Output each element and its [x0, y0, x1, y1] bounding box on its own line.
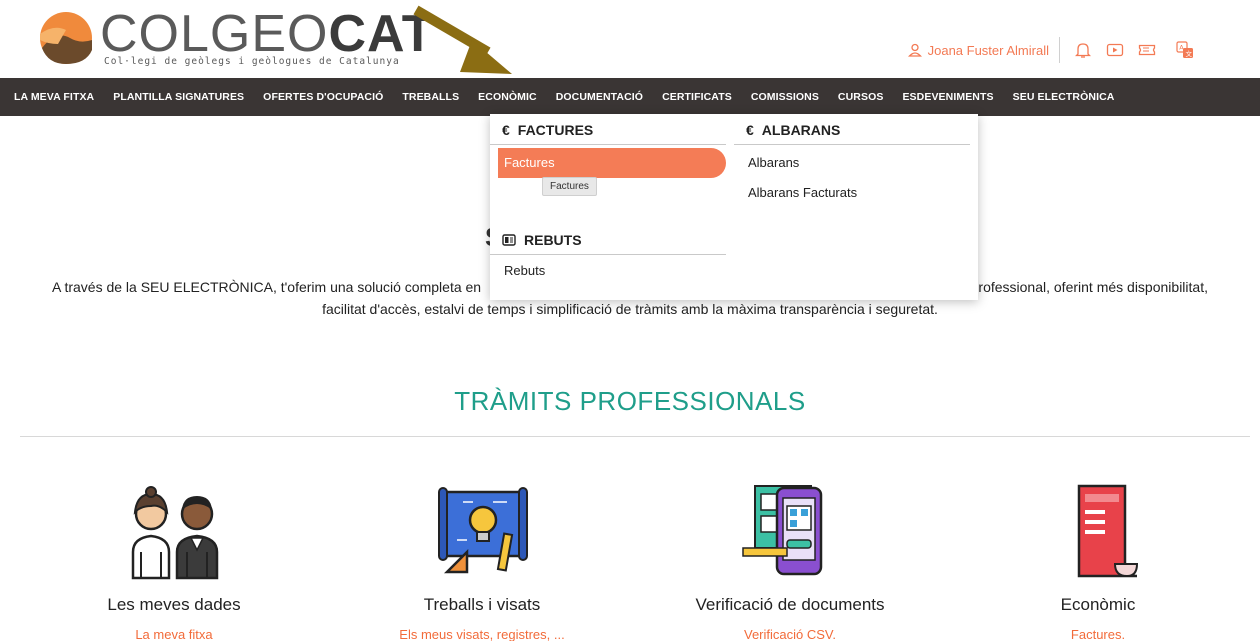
nav-item-cursos[interactable]: CURSOS — [838, 91, 884, 103]
user-menu-link[interactable]: Joana Fuster Almirall — [907, 37, 1060, 63]
blueprint-icon — [438, 487, 528, 574]
card-title: Econòmic — [1060, 595, 1136, 614]
dropdown-item-albarans-facturats[interactable]: Albarans Facturats — [734, 178, 970, 208]
pointer-arrow-icon — [413, 5, 512, 74]
card-link[interactable]: Verificació CSV. — [660, 627, 920, 641]
nav-item-documentacio[interactable]: DOCUMENTACIÓ — [556, 91, 643, 103]
receipt-icon — [502, 234, 516, 246]
qr-phone-icon — [742, 485, 823, 576]
nav-item-ofertes-ocupacio[interactable]: OFERTES D'OCUPACIÓ — [263, 91, 383, 103]
factures-tooltip: Factures — [542, 177, 597, 196]
nav-item-treballs[interactable]: TREBALLS — [402, 91, 459, 103]
translate-icon[interactable]: A文 — [1176, 41, 1194, 59]
section-divider — [20, 436, 1250, 437]
economic-dropdown: € FACTURES Factures REBUTS Rebuts € ALBA… — [490, 114, 978, 300]
svg-text:A: A — [1179, 44, 1184, 52]
section-title: TRÀMITS PROFESSIONALS — [454, 386, 806, 416]
nav-item-economic[interactable]: ECONÒMIC — [478, 91, 537, 103]
people-icon — [131, 486, 219, 580]
user-icon — [907, 43, 922, 57]
dropdown-header-rebuts: REBUTS — [490, 224, 726, 255]
svg-text:文: 文 — [1186, 49, 1193, 58]
dropdown-item-rebuts[interactable]: Rebuts — [490, 256, 726, 286]
video-icon[interactable] — [1106, 41, 1124, 59]
nav-item-certificats[interactable]: CERTIFICATS — [662, 91, 732, 103]
nav-item-plantilla-signatures[interactable]: PLANTILLA SIGNATURES — [113, 91, 244, 103]
colgeocat-logo[interactable]: COLGEOCAT Col·legi de geòlegs i geòlogue… — [36, 4, 434, 70]
card-les-meves-dades[interactable]: Les meves dades La meva fitxa — [44, 480, 304, 641]
user-toolbar: Joana Fuster Almirall A文 — [907, 37, 1194, 63]
dropdown-col-factures: € FACTURES Factures — [490, 114, 726, 178]
card-treballs-visats[interactable]: Treballs i visats Els meus visats, regis… — [352, 480, 612, 641]
card-economic[interactable]: Econòmic Factures. — [968, 480, 1228, 641]
euro-icon: € — [746, 122, 754, 138]
card-link[interactable]: Els meus visats, registres, ... — [352, 627, 612, 641]
card-link[interactable]: La meva fitxa — [44, 627, 304, 641]
bell-icon[interactable] — [1074, 41, 1092, 59]
logo-wordmark: COLGEOCAT — [100, 5, 435, 63]
nav-item-comissions[interactable]: COMISSIONS — [751, 91, 819, 103]
logo-subtitle: Col·legi de geòlegs i geòlogues de Catal… — [104, 56, 400, 67]
card-title: Les meves dades — [107, 595, 241, 614]
card-title: Verificació de documents — [695, 595, 885, 614]
ticket-icon[interactable] — [1138, 41, 1156, 59]
user-name: Joana Fuster Almirall — [927, 42, 1049, 58]
logo-mark-icon — [40, 12, 92, 64]
dropdown-header-albarans: € ALBARANS — [734, 114, 970, 145]
card-link[interactable]: Factures. — [968, 627, 1228, 641]
nav-item-seu-electronica[interactable]: SEU ELECTRÒNICA — [1013, 91, 1115, 103]
invoice-icon — [1077, 484, 1139, 578]
site-header: COLGEOCAT Col·legi de geòlegs i geòlogue… — [0, 0, 1260, 78]
euro-icon: € — [502, 122, 510, 138]
tramits-cards: Les meves dades La meva fitxa Treballs i… — [0, 480, 1260, 641]
nav-item-esdeveniments[interactable]: ESDEVENIMENTS — [902, 91, 993, 103]
dropdown-col-rebuts: REBUTS Rebuts — [490, 224, 726, 286]
dropdown-item-factures[interactable]: Factures — [498, 148, 726, 178]
dropdown-col-albarans: € ALBARANS Albarans Albarans Facturats — [734, 114, 970, 208]
intro-line-2: facilitat d'accès, estalvi de temps i si… — [322, 301, 938, 317]
dropdown-item-albarans[interactable]: Albarans — [734, 148, 970, 178]
main-nav: LA MEVA FITXA PLANTILLA SIGNATURES OFERT… — [0, 78, 1260, 116]
card-verificacio-documents[interactable]: Verificació de documents Verificació CSV… — [660, 480, 920, 641]
card-title: Treballs i visats — [423, 595, 541, 614]
nav-item-la-meva-fitxa[interactable]: LA MEVA FITXA — [14, 91, 94, 103]
dropdown-header-factures: € FACTURES — [490, 114, 726, 145]
